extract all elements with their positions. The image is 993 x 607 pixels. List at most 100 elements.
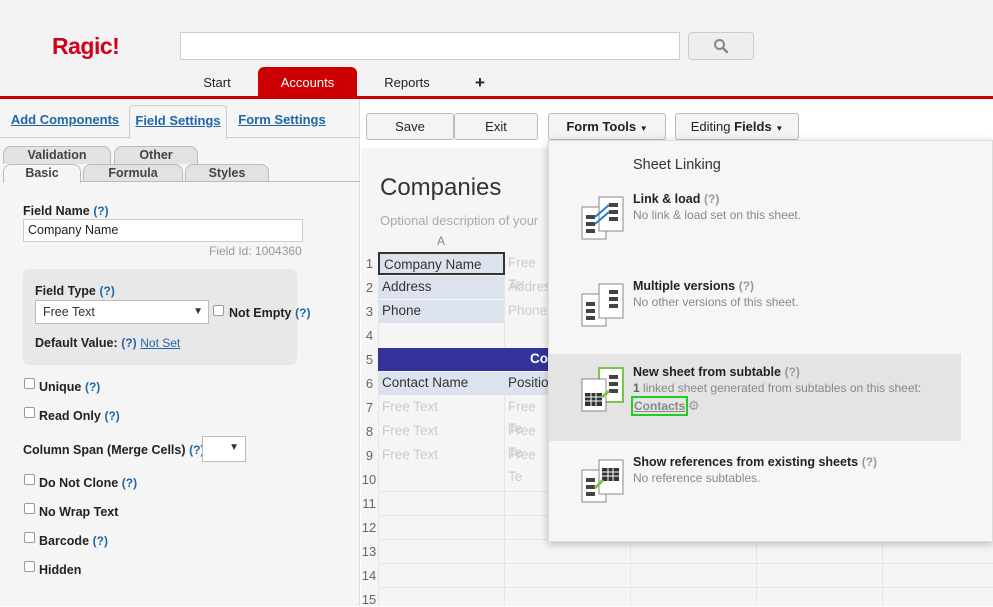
field-type-label: Field Type bbox=[35, 284, 96, 298]
option-title-row: Multiple versions (?) bbox=[633, 278, 754, 293]
caret-down-icon: ▼ bbox=[775, 124, 784, 133]
no-wrap-row: No Wrap Text bbox=[39, 504, 118, 519]
tab-add-components[interactable]: Add Components bbox=[8, 105, 122, 138]
exit-button[interactable]: Exit bbox=[454, 113, 538, 140]
field-cell-contact-name[interactable]: Contact Name bbox=[378, 372, 504, 395]
field-cell-phone[interactable]: Phone bbox=[378, 300, 504, 323]
field-name-input[interactable]: Company Name bbox=[23, 219, 303, 242]
help-link[interactable]: (?) bbox=[122, 476, 137, 490]
ragic-logo[interactable]: Ragic! bbox=[52, 33, 120, 60]
row-number: 7 bbox=[365, 400, 374, 415]
grid-line bbox=[630, 542, 631, 606]
option-title-row: New sheet from subtable (?) bbox=[633, 364, 800, 379]
row-number: 15 bbox=[361, 592, 377, 607]
not-empty-label: Not Empty bbox=[229, 306, 292, 320]
search-input[interactable] bbox=[180, 32, 680, 60]
show-references-option[interactable]: Show references from existing sheets (?)… bbox=[549, 444, 992, 524]
help-link[interactable]: (?) bbox=[785, 365, 800, 379]
field-cell-address[interactable]: Address bbox=[378, 276, 504, 299]
contacts-link[interactable]: Contacts bbox=[631, 396, 689, 416]
search-button[interactable] bbox=[688, 32, 754, 60]
default-value-label: Default Value: bbox=[35, 336, 118, 350]
do-not-clone-label: Do Not Clone bbox=[39, 476, 119, 490]
help-link[interactable]: (?) bbox=[93, 204, 108, 218]
add-tab-icon[interactable]: + bbox=[468, 67, 492, 99]
value-cell[interactable]: Free Text bbox=[378, 444, 504, 467]
grid-line bbox=[882, 542, 883, 606]
column-span-select[interactable]: ▼ bbox=[202, 436, 246, 462]
default-value-link[interactable]: Not Set bbox=[140, 336, 180, 350]
subtab-basic[interactable]: Basic bbox=[3, 164, 81, 183]
option-title: Show references from existing sheets bbox=[633, 455, 859, 469]
dropdown-arrow-icon: ▼ bbox=[193, 306, 203, 317]
do-not-clone-checkbox[interactable] bbox=[24, 474, 35, 485]
subtable-title: Co bbox=[530, 351, 548, 366]
barcode-row: Barcode (?) bbox=[39, 533, 108, 548]
row-number: 12 bbox=[361, 520, 377, 535]
help-link[interactable]: (?) bbox=[862, 455, 877, 469]
value-cell[interactable]: Free Te bbox=[504, 420, 548, 460]
save-button[interactable]: Save bbox=[366, 113, 454, 140]
help-link[interactable]: (?) bbox=[121, 336, 136, 350]
unique-label: Unique bbox=[39, 380, 82, 394]
editing-mode-button[interactable]: Editing Fields ▼ bbox=[675, 113, 799, 140]
do-not-clone-row: Do Not Clone (?) bbox=[39, 475, 137, 490]
row-number: 4 bbox=[365, 328, 374, 343]
not-empty-checkbox[interactable] bbox=[213, 305, 224, 316]
subtab-other[interactable]: Other bbox=[114, 146, 198, 164]
gear-icon[interactable]: ⚙ bbox=[688, 398, 700, 414]
field-cell-company-name[interactable]: Company Name bbox=[378, 252, 505, 275]
dropdown-arrow-icon: ▼ bbox=[229, 442, 239, 453]
field-name-label: Field Name bbox=[23, 204, 90, 218]
grid-line bbox=[378, 587, 993, 588]
help-link[interactable]: (?) bbox=[85, 380, 100, 394]
tab-form-settings[interactable]: Form Settings bbox=[234, 105, 330, 138]
tab-reports[interactable]: Reports bbox=[372, 67, 442, 99]
value-cell[interactable]: Free Te bbox=[504, 396, 548, 436]
row-number: 1 bbox=[365, 256, 374, 271]
editing-mode-label: Fields bbox=[734, 119, 772, 134]
field-type-select[interactable]: Free Text ▼ bbox=[35, 300, 209, 324]
option-description: No link & load set on this sheet. bbox=[633, 208, 802, 222]
unique-checkbox[interactable] bbox=[24, 378, 35, 389]
sheet-title[interactable]: Companies bbox=[380, 174, 501, 202]
multiple-versions-option[interactable]: Multiple versions (?) No other versions … bbox=[549, 268, 992, 348]
field-type-value: Free Text bbox=[43, 305, 95, 319]
linked-count: 1 bbox=[633, 381, 640, 395]
field-cell-position[interactable]: Positio bbox=[504, 372, 549, 395]
value-cell[interactable]: Free Te bbox=[504, 252, 548, 292]
read-only-checkbox[interactable] bbox=[24, 407, 35, 418]
help-link[interactable]: (?) bbox=[100, 284, 115, 298]
grid-line bbox=[756, 542, 757, 606]
form-tools-button[interactable]: Form Tools ▼ bbox=[548, 113, 666, 140]
new-sheet-from-subtable-option[interactable]: New sheet from subtable (?) 1 linked she… bbox=[549, 354, 961, 441]
help-link[interactable]: (?) bbox=[93, 534, 108, 548]
link-and-load-option[interactable]: Link & load (?) No link & load set on th… bbox=[549, 181, 992, 261]
help-link[interactable]: (?) bbox=[704, 192, 719, 206]
value-cell[interactable]: Addres bbox=[504, 276, 551, 299]
no-wrap-checkbox[interactable] bbox=[24, 503, 35, 514]
sheet-description[interactable]: Optional description of your bbox=[380, 213, 538, 228]
tab-accounts[interactable]: Accounts bbox=[258, 67, 357, 99]
help-link[interactable]: (?) bbox=[295, 306, 310, 320]
value-cell[interactable]: Phone bbox=[504, 300, 548, 323]
value-cell[interactable]: Free Text bbox=[378, 396, 504, 419]
subtab-validation[interactable]: Validation bbox=[3, 146, 111, 164]
row-number: 6 bbox=[365, 376, 374, 391]
value-cell[interactable]: Free Te bbox=[504, 444, 548, 484]
tab-field-settings[interactable]: Field Settings bbox=[129, 105, 227, 139]
barcode-checkbox[interactable] bbox=[24, 532, 35, 543]
subtab-formula[interactable]: Formula bbox=[83, 164, 183, 182]
help-link[interactable]: (?) bbox=[739, 279, 754, 293]
subtable-header[interactable]: Co bbox=[378, 348, 548, 371]
tab-start[interactable]: Start bbox=[180, 67, 254, 99]
subtab-styles[interactable]: Styles bbox=[185, 164, 269, 182]
value-cell[interactable]: Free Text bbox=[378, 420, 504, 443]
references-icon bbox=[581, 459, 624, 503]
hidden-checkbox[interactable] bbox=[24, 561, 35, 572]
option-description: No reference subtables. bbox=[633, 471, 761, 485]
row-number: 3 bbox=[365, 304, 374, 319]
unique-row: Unique (?) bbox=[39, 379, 100, 394]
column-span-row: Column Span (Merge Cells) (?) bbox=[23, 442, 204, 457]
help-link[interactable]: (?) bbox=[104, 409, 119, 423]
